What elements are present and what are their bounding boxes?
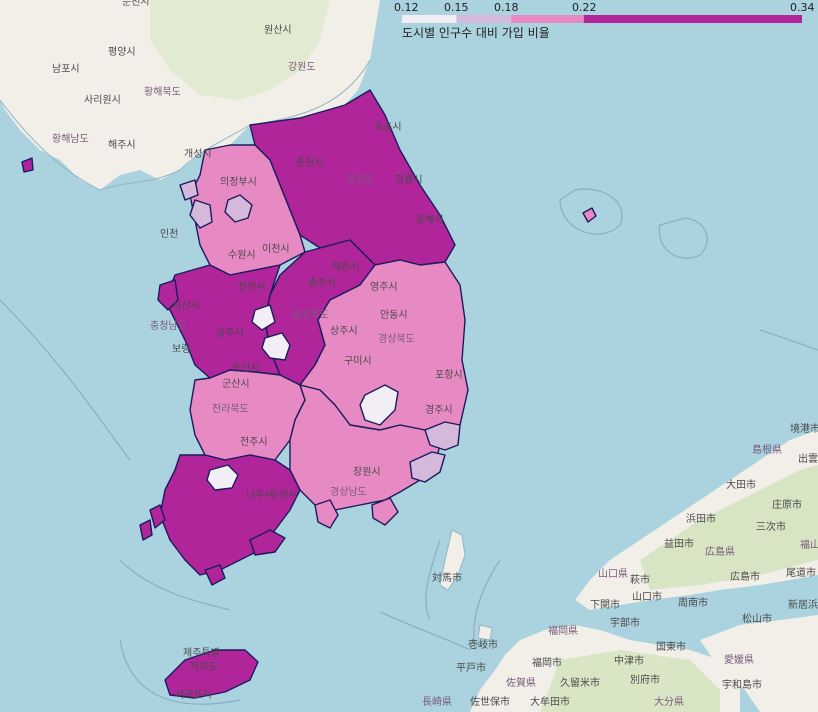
label-hamada: 浜田市 bbox=[686, 512, 716, 525]
label-chungju: 충주시 bbox=[308, 277, 336, 289]
label-hiroshima-pref: 広島県 bbox=[705, 545, 735, 558]
legend-tick-0: 0.12 bbox=[394, 1, 419, 14]
legend-bins bbox=[402, 15, 802, 23]
label-fukuoka-pref: 福岡県 bbox=[548, 624, 578, 637]
label-gumi: 구미시 bbox=[344, 355, 372, 367]
label-uwajima: 宇和島市 bbox=[722, 678, 762, 691]
label-daito: 大田市 bbox=[726, 478, 756, 491]
legend-tick-2: 0.18 bbox=[494, 1, 519, 14]
label-hwanghae-s: 황해남도 bbox=[52, 132, 89, 145]
label-gyeongju: 경주시 bbox=[425, 403, 453, 416]
label-miyoshi: 三次市 bbox=[756, 520, 786, 533]
label-oita: 大分県 bbox=[654, 695, 684, 708]
label-yeongju: 영주시 bbox=[370, 281, 398, 293]
label-nagasaki: 長崎県 bbox=[422, 695, 452, 708]
label-kurume: 久留米市 bbox=[560, 676, 600, 689]
label-wonsan: 원산시 bbox=[264, 24, 292, 36]
label-kaesong: 개성시 bbox=[184, 148, 212, 160]
label-omuta: 大牟田市 bbox=[530, 695, 570, 708]
label-izumo: 出雲市 bbox=[798, 452, 818, 465]
label-donghae: 동해시 bbox=[416, 213, 444, 226]
label-cheonan: 천안시 bbox=[238, 281, 266, 293]
label-icheon: 이천시 bbox=[262, 243, 290, 255]
label-jeonbuk: 전라북도 bbox=[212, 403, 249, 415]
label-sasebo: 佐世保市 bbox=[470, 695, 510, 708]
iki-island bbox=[477, 624, 493, 641]
label-yamaguchi-pref: 山口県 bbox=[598, 568, 628, 580]
label-pohang: 포항시 bbox=[435, 369, 463, 381]
label-matsuyama: 松山市 bbox=[742, 612, 772, 625]
label-sakaiminato: 境港市 bbox=[790, 422, 818, 435]
label-hirado: 平戸市 bbox=[456, 661, 486, 674]
legend-tick-3: 0.22 bbox=[572, 1, 597, 14]
label-fukuoka: 福岡市 bbox=[532, 656, 562, 669]
label-uijeongbu: 의정부시 bbox=[220, 176, 257, 188]
label-suwon: 수원시 bbox=[228, 249, 256, 261]
label-nakatsu: 中津市 bbox=[614, 654, 644, 667]
label-yamaguchi: 山口市 bbox=[632, 590, 662, 603]
legend-tick-1: 0.15 bbox=[444, 1, 469, 14]
label-seogwipo: 서귀포시 bbox=[175, 689, 212, 701]
label-sariwon: 사리원시 bbox=[84, 94, 121, 106]
label-chuncheon: 춘천시 bbox=[296, 157, 324, 169]
label-changwon: 창원시 bbox=[353, 466, 381, 478]
label-nonsan: 논산시 bbox=[232, 362, 260, 374]
label-haeju: 해주시 bbox=[108, 138, 136, 151]
label-saga: 佐賀県 bbox=[506, 677, 536, 689]
label-jeonju: 전주시 bbox=[240, 436, 268, 448]
label-hagi: 萩市 bbox=[630, 573, 650, 586]
label-ehime: 愛媛県 bbox=[724, 653, 754, 666]
label-onomichi: 尾道市 bbox=[786, 566, 816, 579]
label-sokcho: 속초시 bbox=[374, 121, 402, 133]
label-incheon: 인천 bbox=[160, 228, 178, 240]
legend-bin-0 bbox=[402, 15, 457, 23]
label-nampo: 남포시 bbox=[52, 63, 80, 75]
label-iki: 壱岐市 bbox=[468, 638, 498, 651]
label-masuda: 益田市 bbox=[664, 537, 694, 550]
label-fukuyama: 福山 bbox=[800, 538, 818, 551]
label-beppu: 別府市 bbox=[630, 673, 660, 686]
label-gangneung: 강릉시 bbox=[395, 174, 423, 186]
map-canvas[interactable]: 평양시 남포시 사리원시 황해북도 황해남도 해주시 개성시 원산시 강원도 문… bbox=[0, 0, 818, 712]
label-gyeongbuk: 경상북도 bbox=[378, 332, 415, 345]
label-pyongyang: 평양시 bbox=[108, 46, 136, 58]
label-chungnam: 충청남도 bbox=[150, 320, 187, 332]
label-munchon: 문천시 bbox=[122, 0, 150, 8]
label-andong: 안동시 bbox=[380, 309, 408, 321]
label-shimonoseki: 下関市 bbox=[590, 598, 620, 611]
label-jeju-prov: 자치도 bbox=[190, 661, 218, 673]
label-jeju-city: 제주특별 bbox=[183, 647, 220, 659]
legend-bin-1 bbox=[456, 15, 512, 23]
label-sangju: 상주시 bbox=[330, 325, 358, 337]
legend-tick-4: 0.34 bbox=[790, 1, 815, 14]
label-gunsan: 군산시 bbox=[222, 378, 250, 390]
label-shimane: 島根県 bbox=[752, 443, 782, 456]
label-niihama: 新居浜市 bbox=[788, 598, 818, 611]
label-seosan: 서산시 bbox=[172, 300, 200, 312]
legend-bin-2 bbox=[511, 15, 584, 23]
label-tsushima: 対馬市 bbox=[432, 571, 462, 584]
label-jecheon: 제천시 bbox=[332, 261, 360, 273]
label-gangwon: 강원도 bbox=[346, 174, 374, 186]
legend-bin-3 bbox=[583, 15, 802, 23]
label-suncheon: 순천시 bbox=[270, 489, 298, 501]
label-kunisaki: 国東市 bbox=[656, 640, 686, 653]
label-shobara: 庄原市 bbox=[772, 498, 802, 511]
label-ube: 宇部市 bbox=[610, 616, 640, 629]
label-hiroshima: 広島市 bbox=[730, 570, 760, 583]
legend-caption: 도시별 인구수 대비 가입 비율 bbox=[402, 26, 550, 40]
label-boryeong: 보령 bbox=[172, 343, 190, 355]
label-gyeongnam: 경상남도 bbox=[330, 485, 367, 498]
label-hwanghae-n: 황해북도 bbox=[144, 85, 181, 98]
label-kangwon-n: 강원도 bbox=[288, 61, 316, 73]
label-shunan: 周南市 bbox=[678, 596, 708, 609]
label-chungbuk: 충청북도 bbox=[292, 309, 329, 321]
label-gongju: 공주시 bbox=[216, 327, 244, 339]
